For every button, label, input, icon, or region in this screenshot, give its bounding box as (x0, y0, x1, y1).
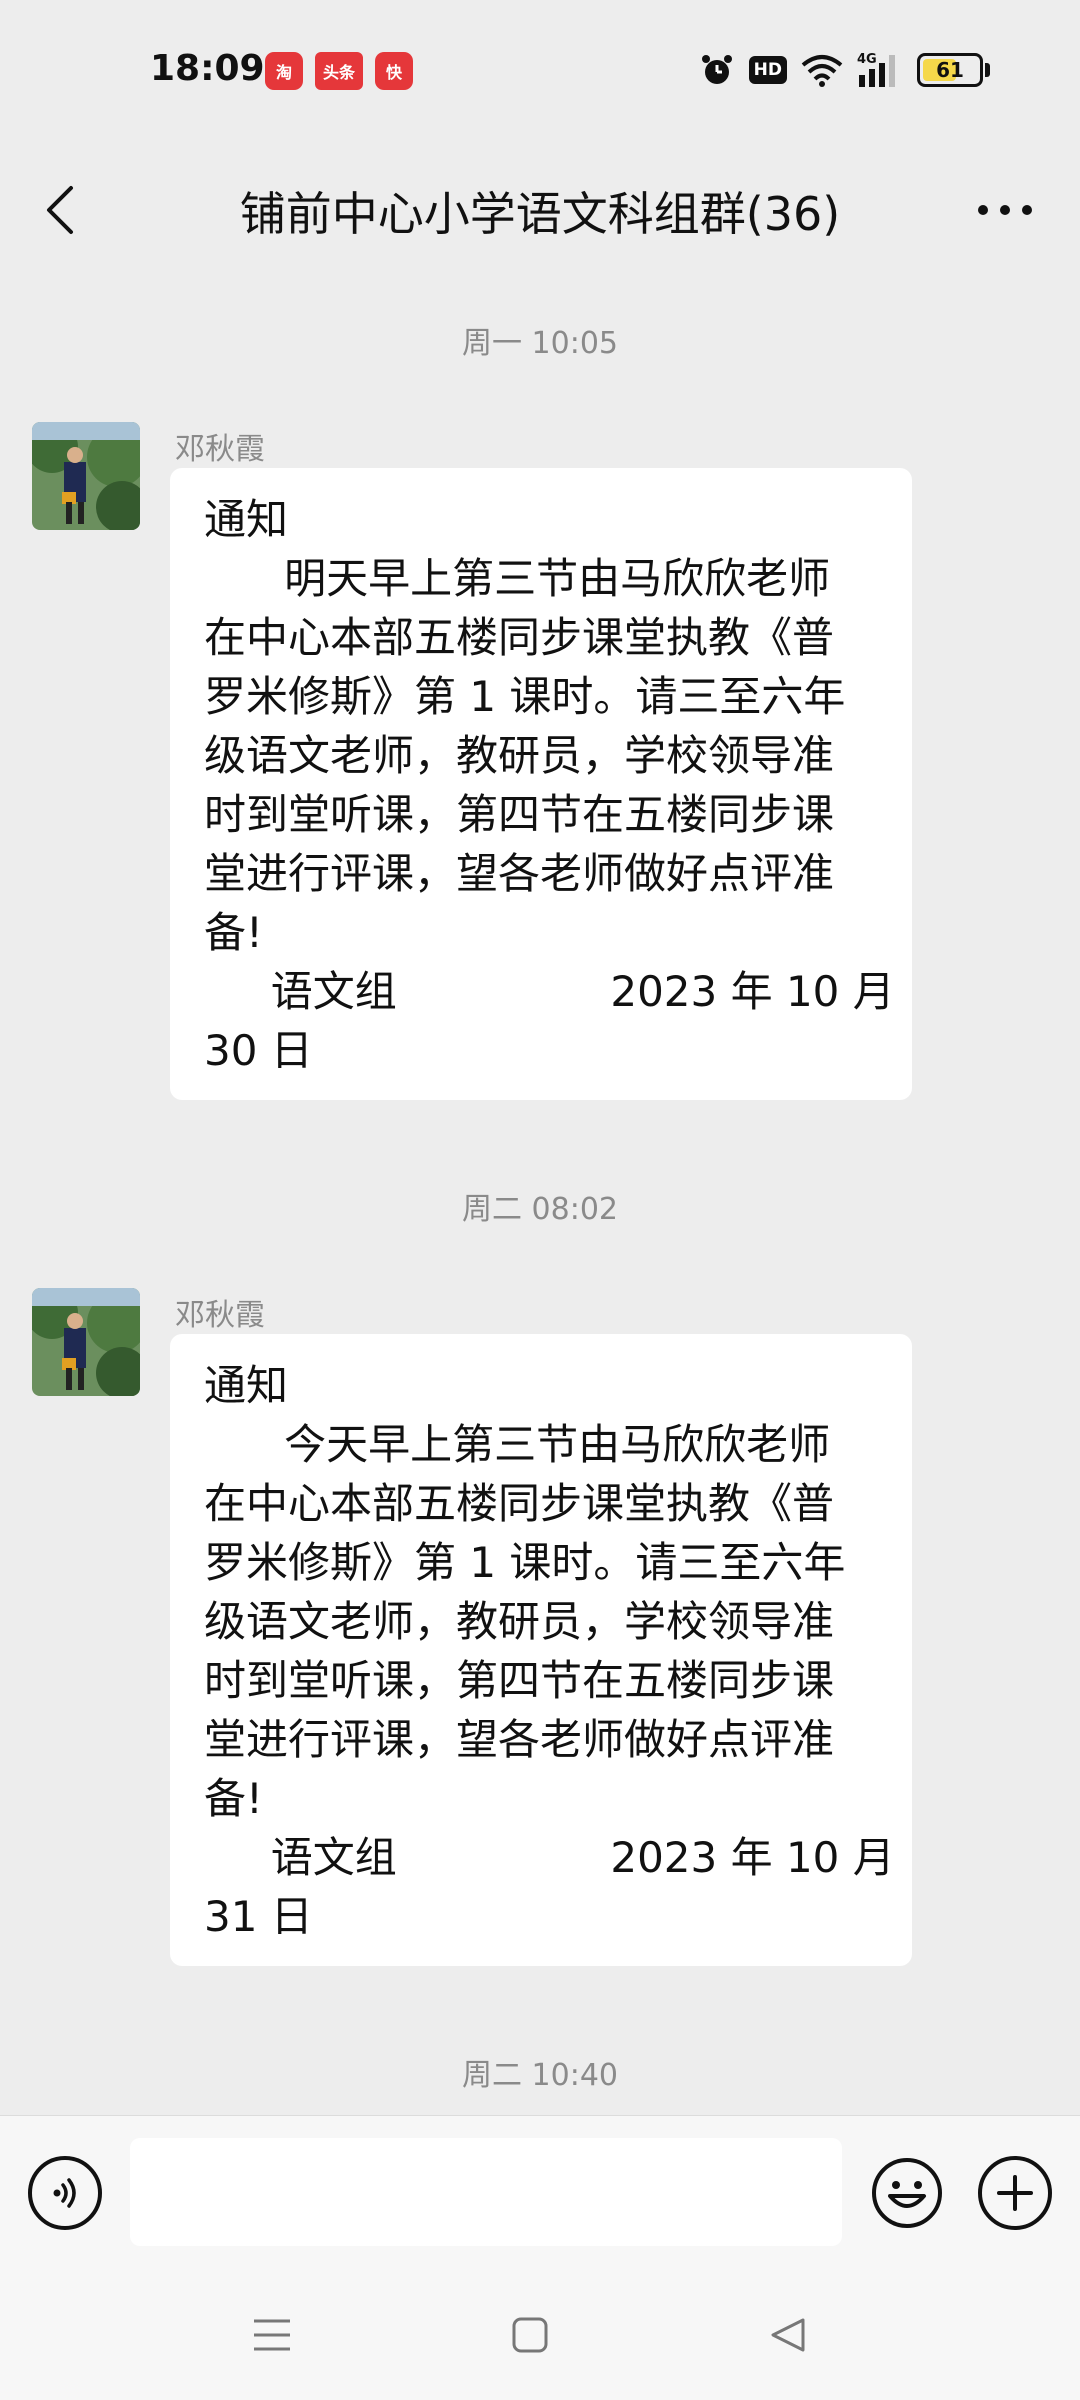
message-line: 通知 (204, 1361, 289, 1410)
message-input[interactable] (130, 2138, 842, 2246)
message-line: 堂进行评课，望各老师做好点评准 (204, 849, 835, 898)
system-back-button[interactable] (758, 2310, 818, 2360)
message-line: 31 日 (204, 1892, 313, 1941)
voice-input-button[interactable] (28, 2156, 102, 2230)
message-line: 在中心本部五楼同步课堂执教《普 (204, 1479, 835, 1528)
hd-icon: HD (748, 50, 787, 90)
message-line: 级语文老师，教研员，学校领导准 (204, 1597, 835, 1646)
home-button[interactable] (500, 2310, 560, 2360)
message-line: 级语文老师，教研员，学校领导准 (204, 731, 835, 780)
cellular-signal-icon: 4G (857, 50, 903, 90)
system-status-icons: HD 4G 61 (699, 50, 990, 90)
message-line: 时到堂听课，第四节在五楼同步课 (204, 1656, 835, 1705)
sender-avatar[interactable] (32, 422, 140, 530)
emoji-button[interactable] (870, 2156, 944, 2230)
sender-name: 邓秋霞 (175, 432, 265, 467)
message-line: 罗米修斯》第 1 课时。请三至六年 (204, 1538, 846, 1587)
menu-icon (254, 2319, 290, 2351)
message-line: 通知 (204, 495, 289, 544)
message-line: 30 日 (204, 1026, 313, 1075)
message-line: 堂进行评课，望各老师做好点评准 (204, 1715, 835, 1764)
more-functions-button[interactable] (978, 2156, 1052, 2230)
sender-avatar[interactable] (32, 1288, 140, 1396)
wifi-icon (801, 50, 843, 90)
voice-icon (53, 2178, 76, 2208)
network-type: 4G (857, 52, 877, 67)
sender-name: 邓秋霞 (175, 1298, 265, 1333)
message-timestamp: 周二 10:40 (462, 2058, 618, 2093)
input-bar (0, 2115, 1080, 2270)
message-line: 语文组 2023 年 10 月 (204, 967, 895, 1016)
app-toutiao-icon: 头条 (315, 52, 363, 90)
square-icon (512, 2317, 548, 2353)
message-line: 罗米修斯》第 1 课时。请三至六年 (204, 672, 846, 721)
chat-header: 铺前中心小学语文科组群(36) (0, 140, 1080, 280)
status-bar: 18:09 淘 头条 快 HD 4G 61 (0, 0, 1080, 140)
battery-percent: 61 (936, 58, 964, 82)
more-options-button[interactable] (970, 180, 1040, 240)
alarm-icon (699, 50, 735, 90)
app-taobao-icon: 淘 (265, 52, 303, 90)
notification-icons: 淘 头条 快 (265, 52, 413, 90)
status-time: 18:09 (150, 48, 265, 89)
more-dots-icon (978, 205, 1032, 215)
recents-button[interactable] (242, 2310, 302, 2360)
triangle-back-icon (771, 2318, 805, 2352)
app-kuaishou-icon: 快 (375, 52, 413, 90)
message-timestamp: 周一 10:05 (462, 326, 618, 361)
system-navigation-bar (0, 2270, 1080, 2400)
emoji-icon (872, 2158, 942, 2228)
message-line: 备! (204, 908, 263, 957)
message-bubble[interactable]: 通知 今天早上第三节由马欣欣老师 在中心本部五楼同步课堂执教《普 罗米修斯》第 … (170, 1334, 912, 1966)
message-line: 在中心本部五楼同步课堂执教《普 (204, 613, 835, 662)
message-line: 今天早上第三节由马欣欣老师 (204, 1420, 831, 1469)
message-line: 时到堂听课，第四节在五楼同步课 (204, 790, 835, 839)
message-timestamp: 周二 08:02 (462, 1192, 618, 1227)
battery-icon: 61 (917, 50, 990, 90)
message-line: 明天早上第三节由马欣欣老师 (204, 554, 831, 603)
message-bubble[interactable]: 通知 明天早上第三节由马欣欣老师 在中心本部五楼同步课堂执教《普 罗米修斯》第 … (170, 468, 912, 1100)
plus-icon (997, 2175, 1033, 2211)
message-line: 备! (204, 1774, 263, 1823)
chat-title: 铺前中心小学语文科组群(36) (239, 187, 841, 241)
message-line: 语文组 2023 年 10 月 (204, 1833, 895, 1882)
